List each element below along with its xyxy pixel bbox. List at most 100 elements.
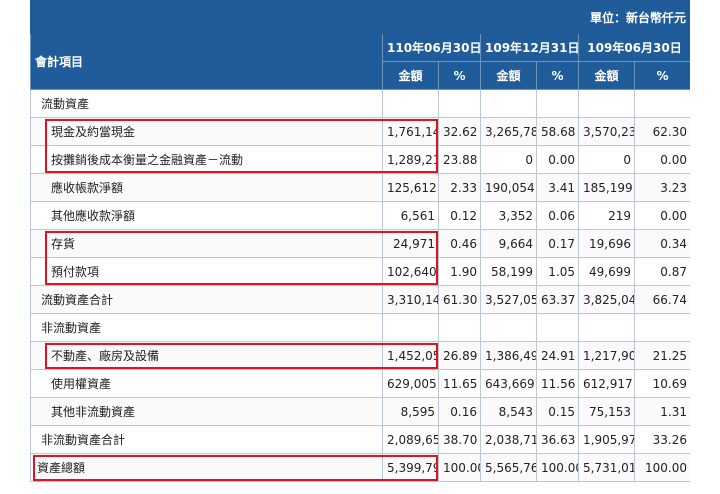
amount-cell: 643,669 xyxy=(480,369,537,398)
header-row: 會計項目 110年06月30日 109年12月31日 109年06月30日 xyxy=(30,33,690,90)
pct-cell: 2.33 xyxy=(438,173,481,202)
pct-cell: 62.30 xyxy=(633,117,690,146)
amount-cell: 3,527,054 xyxy=(480,285,537,314)
row-label: 不動產、廠房及設備 xyxy=(30,341,383,370)
pct-cell: 0.46 xyxy=(438,229,481,258)
row-label: 其他非流動資產 xyxy=(30,397,383,426)
amount-cell: 5,399,798 xyxy=(382,453,439,482)
period-header: 109年06月30日 xyxy=(577,33,690,62)
amount-cell: 24,971 xyxy=(382,229,439,258)
amount-cell: 3,265,785 xyxy=(480,117,537,146)
pct-cell: 100.00 xyxy=(536,453,579,482)
amount-cell: 3,825,048 xyxy=(578,285,635,314)
amount-cell: 1,905,971 xyxy=(578,425,635,454)
pct-cell: 3.41 xyxy=(536,173,579,202)
pct-cell: 23.88 xyxy=(438,145,481,174)
row-label: 現金及約當現金 xyxy=(30,117,383,146)
pct-cell: 0.16 xyxy=(438,397,481,426)
table-row: 使用權資產 629,005 11.65 643,669 11.56 612,917 10.6… xyxy=(30,369,690,398)
table-row: 資產總額5,399,798100.005,565,765100.005,731,… xyxy=(30,453,690,482)
amount-cell: 9,664 xyxy=(480,229,537,258)
pct-header: % xyxy=(633,61,690,90)
pct-cell: 66.74 xyxy=(633,285,690,314)
amount-cell: 19,696 xyxy=(578,229,635,258)
pct-cell: 10.69 xyxy=(633,369,690,398)
pct-cell xyxy=(536,89,579,118)
amount-cell: 75,153 xyxy=(578,397,635,426)
pct-cell: 0.00 xyxy=(633,201,690,230)
pct-header: % xyxy=(536,61,579,90)
pct-cell: 26.89 xyxy=(438,341,481,370)
row-label: 非流動資產合計 xyxy=(30,425,383,454)
amount-cell: 2,089,652 xyxy=(382,425,439,454)
row-label: 資產總額 xyxy=(30,453,383,482)
pct-cell xyxy=(438,89,481,118)
balance-sheet-frame: 單位：新台幣仟元 會計項目 110年06月30日 109年12月31日 109年… xyxy=(30,0,690,494)
amount-cell: 3,310,146 xyxy=(382,285,439,314)
amount-cell xyxy=(480,313,537,342)
pct-cell: 3.23 xyxy=(633,173,690,202)
pct-cell: 1.90 xyxy=(438,257,481,286)
table-row: 存貨 24,971 0.46 9,664 0.17 19,696 0.34 xyxy=(30,229,690,258)
pct-cell: 1.05 xyxy=(536,257,579,286)
row-label: 使用權資產 xyxy=(30,369,383,398)
row-label: 流動資產合計 xyxy=(30,285,383,314)
amount-cell: 1,217,901 xyxy=(578,341,635,370)
row-label: 應收帳款淨額 xyxy=(30,173,383,202)
amount-cell: 5,565,765 xyxy=(480,453,537,482)
amount-cell: 0 xyxy=(480,145,537,174)
pct-cell: 32.62 xyxy=(438,117,481,146)
amount-cell xyxy=(480,89,537,118)
pct-cell: 24.91 xyxy=(536,341,579,370)
amount-cell: 125,612 xyxy=(382,173,439,202)
amount-cell: 49,699 xyxy=(578,257,635,286)
pct-cell: 58.68 xyxy=(536,117,579,146)
table-row: 流動資產合計3,310,14661.303,527,05463.373,825,… xyxy=(30,285,690,314)
table-row: 應收帳款淨額 125,612 2.33 190,054 3.41 185,199 3.23 xyxy=(30,173,690,202)
amount-cell: 1,761,148 xyxy=(382,117,439,146)
amount-cell: 219 xyxy=(578,201,635,230)
row-label: 流動資產 xyxy=(30,89,383,118)
unit-label: 單位：新台幣仟元 xyxy=(30,0,690,34)
row-label: 其他應收款淨額 xyxy=(30,201,383,230)
table-row: 其他應收款淨額 6,561 0.12 3,352 0.06 219 0.00 xyxy=(30,201,690,230)
amount-cell: 6,561 xyxy=(382,201,439,230)
amount-cell: 0 xyxy=(578,145,635,174)
unit-row: 單位：新台幣仟元 xyxy=(30,0,690,34)
amount-header: 金額 xyxy=(480,61,537,90)
balance-sheet-table: 單位：新台幣仟元 會計項目 110年06月30日 109年12月31日 109年… xyxy=(30,0,690,482)
amount-cell: 629,005 xyxy=(382,369,439,398)
period-header: 110年06月30日 xyxy=(382,33,481,62)
pct-cell: 0.17 xyxy=(536,229,579,258)
pct-cell: 100.00 xyxy=(633,453,690,482)
pct-cell xyxy=(536,313,579,342)
amount-cell xyxy=(578,89,635,118)
pct-cell: 11.65 xyxy=(438,369,481,398)
pct-cell: 0.12 xyxy=(438,201,481,230)
period-header: 109年12月31日 xyxy=(480,33,579,62)
amount-cell: 2,038,711 xyxy=(480,425,537,454)
amount-cell: 1,452,052 xyxy=(382,341,439,370)
amount-cell: 8,595 xyxy=(382,397,439,426)
amount-cell: 1,386,499 xyxy=(480,341,537,370)
amount-cell: 185,199 xyxy=(578,173,635,202)
amount-cell xyxy=(382,89,439,118)
pct-cell: 63.37 xyxy=(536,285,579,314)
pct-header: % xyxy=(438,61,481,90)
table-row: 現金及約當現金1,761,14832.623,265,78558.683,570… xyxy=(30,117,690,146)
amount-cell: 1,289,214 xyxy=(382,145,439,174)
pct-cell: 0.00 xyxy=(536,145,579,174)
item-column-header: 會計項目 xyxy=(30,33,383,90)
pct-cell: 38.70 xyxy=(438,425,481,454)
row-label: 按攤銷後成本衡量之金融資產－流動 xyxy=(30,145,383,174)
pct-cell: 0.87 xyxy=(633,257,690,286)
amount-cell: 612,917 xyxy=(578,369,635,398)
amount-cell: 3,352 xyxy=(480,201,537,230)
pct-cell: 0.34 xyxy=(633,229,690,258)
amount-cell: 190,054 xyxy=(480,173,537,202)
row-label: 非流動資產 xyxy=(30,313,383,342)
amount-header: 金額 xyxy=(578,61,635,90)
table-row: 流動資產 xyxy=(30,89,690,118)
amount-cell: 102,640 xyxy=(382,257,439,286)
pct-cell xyxy=(438,313,481,342)
